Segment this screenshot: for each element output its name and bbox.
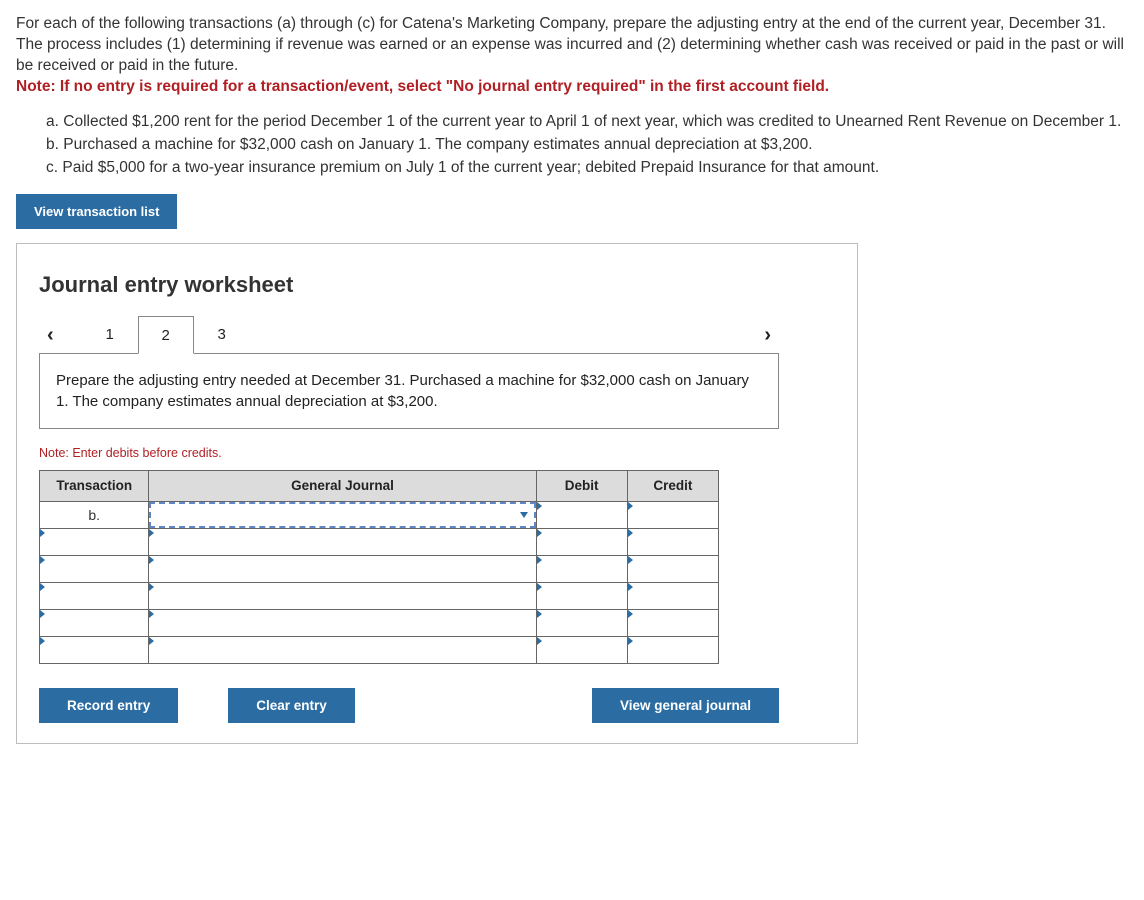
transaction-cell [40,556,149,583]
tab-2[interactable]: 2 [138,316,194,354]
tab-row: ‹ 1 2 3 › [39,316,779,354]
general-journal-cell[interactable] [149,610,536,637]
item-label: c. [46,159,58,176]
header-credit: Credit [627,471,718,502]
debit-cell[interactable] [536,529,627,556]
tab-1[interactable]: 1 [82,316,138,354]
journal-table: Transaction General Journal Debit Credit… [39,470,719,664]
transaction-cell: b. [40,502,149,529]
journal-tbody: b. [40,502,719,664]
worksheet-prompt: Prepare the adjusting entry needed at De… [39,353,779,429]
transaction-item: a. Collected $1,200 rent for the period … [46,112,1128,133]
item-text: Paid $5,000 for a two-year insurance pre… [62,159,879,176]
account-select[interactable] [149,502,535,528]
transaction-item: c. Paid $5,000 for a two-year insurance … [46,158,1128,179]
view-general-journal-button[interactable]: View general journal [592,688,779,723]
general-journal-cell[interactable] [149,637,536,664]
debit-cell[interactable] [536,610,627,637]
table-row [40,556,719,583]
general-journal-cell[interactable] [149,502,536,529]
transaction-cell [40,529,149,556]
chevron-down-icon [520,512,528,518]
table-row [40,529,719,556]
item-text: Collected $1,200 rent for the period Dec… [63,113,1121,130]
transaction-cell [40,583,149,610]
table-row [40,610,719,637]
general-journal-cell[interactable] [149,583,536,610]
worksheet-title: Journal entry worksheet [39,270,835,300]
item-label: a. [46,113,59,130]
item-text: Purchased a machine for $32,000 cash on … [63,136,812,153]
debit-cell[interactable] [536,637,627,664]
credit-cell[interactable] [627,502,718,529]
header-debit: Debit [536,471,627,502]
view-transaction-list-button[interactable]: View transaction list [16,194,177,229]
credit-cell[interactable] [627,556,718,583]
table-row [40,637,719,664]
chevron-left-icon[interactable]: ‹ [39,318,62,353]
clear-entry-button[interactable]: Clear entry [228,688,355,723]
table-row [40,583,719,610]
credit-cell[interactable] [627,637,718,664]
general-journal-cell[interactable] [149,529,536,556]
record-entry-button[interactable]: Record entry [39,688,178,723]
debit-cell[interactable] [536,583,627,610]
problem-intro-text: For each of the following transactions (… [16,15,1124,74]
transaction-list: a. Collected $1,200 rent for the period … [46,112,1128,179]
problem-note: Note: If no entry is required for a tran… [16,78,829,95]
problem-intro: For each of the following transactions (… [16,14,1128,98]
credit-cell[interactable] [627,529,718,556]
worksheet-note: Note: Enter debits before credits. [39,445,835,462]
general-journal-cell[interactable] [149,556,536,583]
tab-3[interactable]: 3 [194,316,250,354]
table-row: b. [40,502,719,529]
header-general-journal: General Journal [149,471,536,502]
transaction-cell [40,610,149,637]
button-row: Record entry Clear entry View general jo… [39,688,779,723]
transaction-item: b. Purchased a machine for $32,000 cash … [46,135,1128,156]
credit-cell[interactable] [627,583,718,610]
journal-worksheet-panel: Journal entry worksheet ‹ 1 2 3 › Prepar… [16,243,858,744]
header-transaction: Transaction [40,471,149,502]
transaction-cell [40,637,149,664]
chevron-right-icon[interactable]: › [756,318,779,353]
item-label: b. [46,136,59,153]
debit-cell[interactable] [536,556,627,583]
credit-cell[interactable] [627,610,718,637]
debit-cell[interactable] [536,502,627,529]
